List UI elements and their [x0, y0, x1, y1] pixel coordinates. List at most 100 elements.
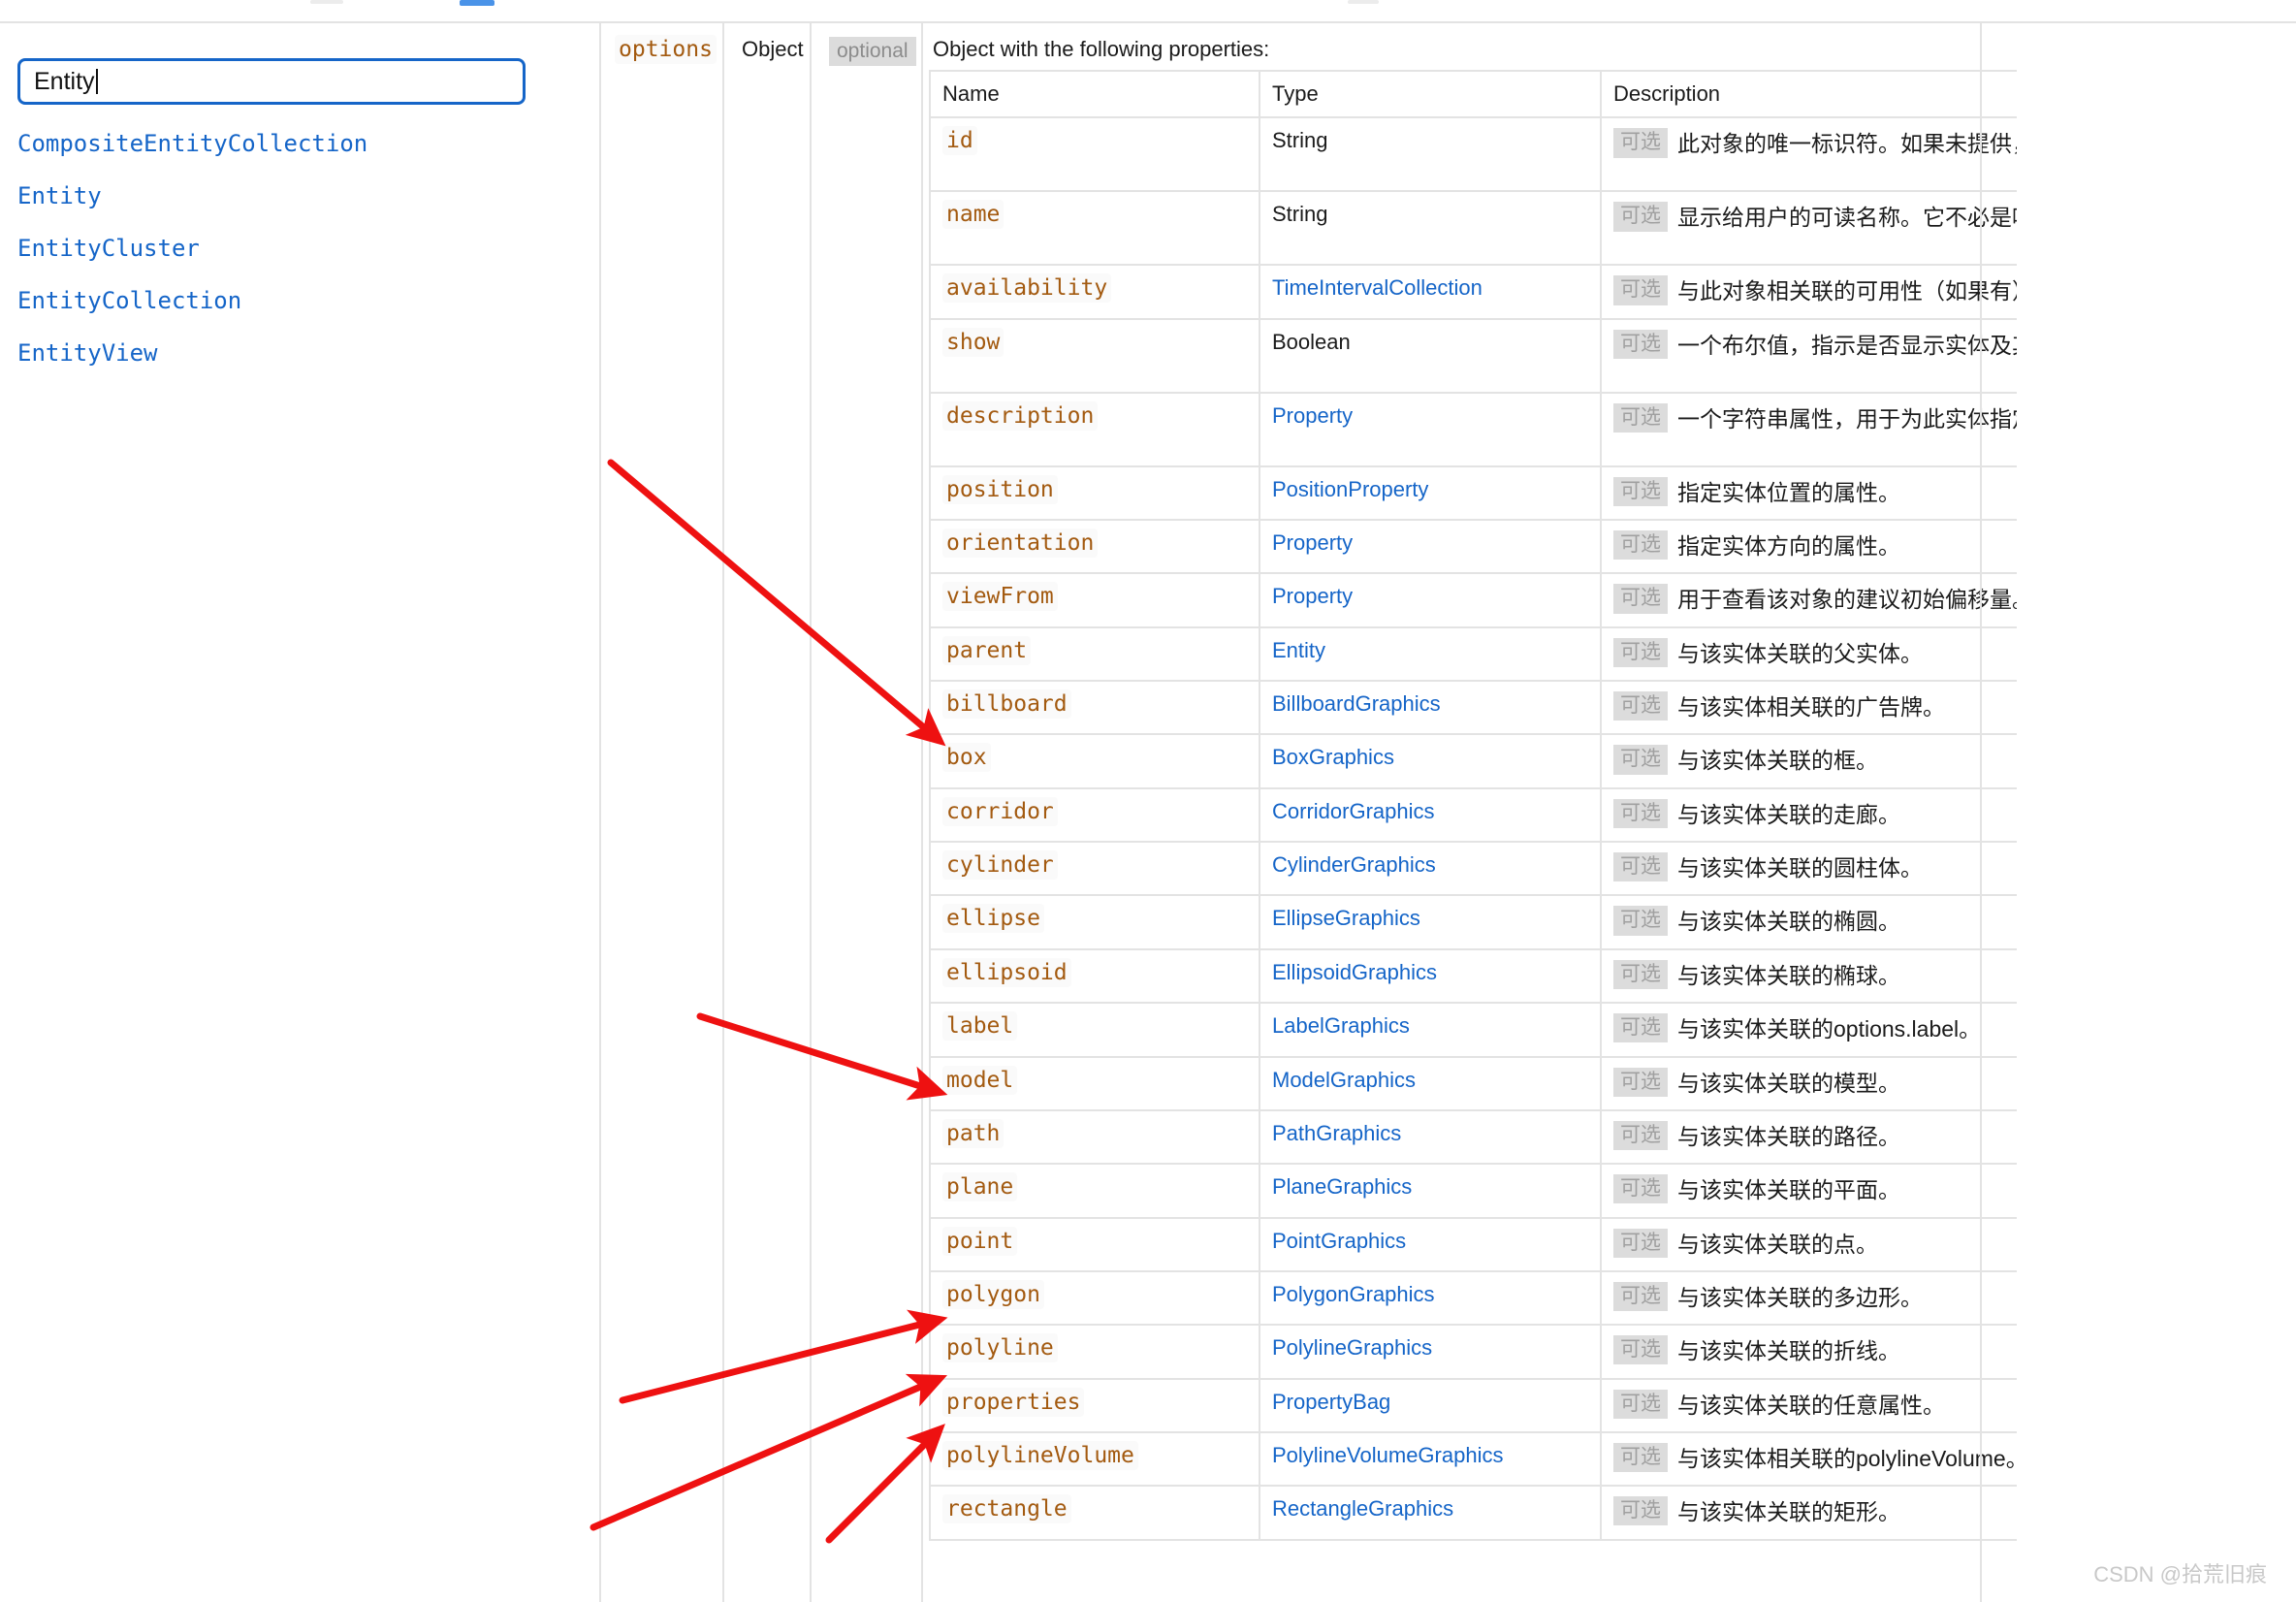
- property-description: 与该实体关联的平面。: [1677, 1177, 1900, 1203]
- table-row: plane PlaneGraphics 可选 与该实体关联的平面。: [929, 1163, 2017, 1219]
- property-type-link[interactable]: CorridorGraphics: [1272, 799, 1435, 823]
- property-name: description: [942, 400, 1099, 431]
- search-result-item[interactable]: Entity: [17, 184, 560, 208]
- property-type-link[interactable]: EllipsoidGraphics: [1272, 960, 1437, 984]
- search-result-item[interactable]: EntityCollection: [17, 289, 560, 312]
- property-type-link[interactable]: Entity: [1272, 638, 1325, 662]
- property-name: label: [942, 1011, 1018, 1041]
- property-type-cell: Property: [1259, 519, 1602, 575]
- status-badge: 可选: [1613, 530, 1668, 561]
- property-description-cell: 可选 与该实体关联的点。: [1600, 1216, 2017, 1272]
- table-row: availability TimeIntervalCollection 可选 与此对象…: [929, 264, 2017, 320]
- table-row: name String 可选显示给用户的可读名称。它不必是唯一的。: [929, 190, 2017, 267]
- property-name: path: [942, 1118, 1004, 1148]
- property-description: 与该实体关联的父实体。: [1677, 640, 1923, 666]
- property-description-cell: 可选 与该实体关联的折线。: [1600, 1324, 2017, 1380]
- property-name-cell: id: [929, 116, 1260, 193]
- table-row: box BoxGraphics 可选 与该实体关联的框。: [929, 733, 2017, 789]
- description-wrapper: 可选 与该实体关联的圆柱体。: [1613, 852, 2017, 884]
- property-type-link[interactable]: PointGraphics: [1272, 1229, 1406, 1253]
- table-row: rectangle RectangleGraphics 可选 与该实体关联的矩形。: [929, 1485, 2017, 1541]
- watermark-text: CSDN @拾荒旧痕: [2093, 1562, 2267, 1586]
- property-name: box: [942, 743, 991, 773]
- property-description: 与该实体关联的点。: [1677, 1231, 1878, 1257]
- property-description: 与该实体关联的框。: [1677, 748, 1878, 774]
- property-type-link[interactable]: PolylineGraphics: [1272, 1335, 1432, 1360]
- property-type-link[interactable]: CylinderGraphics: [1272, 852, 1436, 877]
- search-result-item[interactable]: EntityCluster: [17, 237, 560, 260]
- table-row: model ModelGraphics 可选 与该实体关联的模型。: [929, 1055, 2017, 1111]
- property-type-link[interactable]: PositionProperty: [1272, 477, 1428, 501]
- property-type-link[interactable]: RectangleGraphics: [1272, 1496, 1453, 1521]
- property-name-cell: corridor: [929, 786, 1260, 844]
- property-name-cell: model: [929, 1055, 1260, 1111]
- table-row: polylineVolume PolylineVolumeGraphics 可选 与该…: [929, 1430, 2017, 1488]
- property-description-cell: 可选 与该实体关联的模型。: [1600, 1055, 2017, 1111]
- property-type: String: [1272, 202, 1328, 227]
- search-result-item[interactable]: EntityView: [17, 341, 560, 365]
- table-row: viewFrom Property 可选 用于查看该对象的建议初始偏移量。: [929, 572, 2017, 628]
- description-wrapper: 可选 与该实体关联的走廊。: [1613, 798, 2017, 831]
- property-type-link[interactable]: LabelGraphics: [1272, 1013, 1410, 1038]
- property-description-cell: 可选此对象的唯一标识符。如果未提供，则将生成GUID。: [1600, 116, 2017, 193]
- property-name-cell: polyline: [929, 1324, 1260, 1380]
- property-description-cell: 可选 与该实体相关联的广告牌。: [1600, 680, 2017, 736]
- table-row: corridor CorridorGraphics 可选 与该实体关联的走廊。: [929, 786, 2017, 844]
- status-badge: 可选: [1613, 1120, 1668, 1150]
- property-type-cell: PropertyBag: [1259, 1377, 1602, 1433]
- description-wrapper: 可选 与该实体关联的椭圆。: [1613, 906, 2017, 938]
- property-type-link[interactable]: ModelGraphics: [1272, 1068, 1416, 1092]
- property-type-link[interactable]: PolygonGraphics: [1272, 1282, 1435, 1306]
- property-name: ellipsoid: [942, 957, 1071, 987]
- property-type: Boolean: [1272, 329, 1351, 354]
- property-name: name: [942, 200, 1004, 230]
- column-header-type: Type: [1259, 70, 1602, 119]
- params-table-clip: options Object optional Object with the …: [601, 23, 2017, 1602]
- property-name-cell: billboard: [929, 680, 1260, 736]
- property-description-cell: 可选 与该实体关联的平面。: [1600, 1163, 2017, 1219]
- parameter-row: options Object optional Object with the …: [601, 23, 2017, 1602]
- property-name: position: [942, 474, 1058, 504]
- description-wrapper: 可选 与该实体关联的任意属性。: [1613, 1389, 2017, 1422]
- status-badge: 可选: [1613, 691, 1668, 721]
- property-type-link[interactable]: PolylineVolumeGraphics: [1272, 1443, 1503, 1467]
- table-row: show Boolean 可选一个布尔值，指示是否显示实体及其子代。: [929, 317, 2017, 394]
- description-wrapper: 可选一个布尔值，指示是否显示实体及其子代。: [1613, 329, 2017, 362]
- property-type-cell: PositionProperty: [1259, 465, 1602, 522]
- property-type-link[interactable]: BillboardGraphics: [1272, 691, 1441, 716]
- property-type-link[interactable]: Property: [1272, 403, 1353, 428]
- parameter-type-cell: Object: [724, 23, 812, 1602]
- property-name: availability: [942, 273, 1112, 304]
- status-badge: 可选: [1613, 275, 1668, 305]
- search-input[interactable]: Entity: [17, 58, 526, 105]
- description-wrapper: 可选 指定实体位置的属性。: [1613, 476, 2017, 509]
- property-name-cell: point: [929, 1216, 1260, 1272]
- table-row: id String 可选此对象的唯一标识符。如果未提供，则将生成GUID。: [929, 116, 2017, 193]
- property-type-link[interactable]: PlaneGraphics: [1272, 1174, 1412, 1199]
- property-description: 用于查看该对象的建议初始偏移量。: [1677, 587, 2017, 613]
- status-badge: 可选: [1613, 798, 1668, 828]
- property-name: cylinder: [942, 850, 1058, 881]
- property-description: 与该实体关联的走廊。: [1677, 801, 1900, 827]
- property-description-cell: 可选 用于查看该对象的建议初始偏移量。: [1600, 572, 2017, 628]
- table-row: properties PropertyBag 可选 与该实体关联的任意属性。: [929, 1377, 2017, 1433]
- property-type-link[interactable]: Property: [1272, 584, 1353, 608]
- description-wrapper: 可选 与该实体关联的点。: [1613, 1228, 2017, 1261]
- property-type-cell: TimeIntervalCollection: [1259, 264, 1602, 320]
- search-result-item[interactable]: CompositeEntityCollection: [17, 132, 560, 155]
- table-row: polyline PolylineGraphics 可选 与该实体关联的折线。: [929, 1324, 2017, 1380]
- table-row: cylinder CylinderGraphics 可选 与该实体关联的圆柱体。: [929, 841, 2017, 897]
- property-type-link[interactable]: TimeIntervalCollection: [1272, 275, 1483, 300]
- property-type-link[interactable]: Property: [1272, 530, 1353, 555]
- property-type-link[interactable]: PathGraphics: [1272, 1121, 1401, 1145]
- description-wrapper: 可选此对象的唯一标识符。如果未提供，则将生成GUID。: [1613, 128, 2017, 160]
- table-row: description Property 可选一个字符串属性，用于为此实体指定HTM…: [929, 391, 2017, 467]
- table-row: path PathGraphics 可选 与该实体关联的路径。: [929, 1108, 2017, 1166]
- property-name-cell: orientation: [929, 519, 1260, 575]
- table-row: ellipse EllipseGraphics 可选 与该实体关联的椭圆。: [929, 894, 2017, 950]
- property-type-cell: LabelGraphics: [1259, 1002, 1602, 1058]
- property-type-link[interactable]: EllipseGraphics: [1272, 906, 1420, 930]
- property-type-link[interactable]: PropertyBag: [1272, 1390, 1390, 1414]
- property-type-link[interactable]: BoxGraphics: [1272, 745, 1394, 769]
- property-type-cell: PlaneGraphics: [1259, 1163, 1602, 1219]
